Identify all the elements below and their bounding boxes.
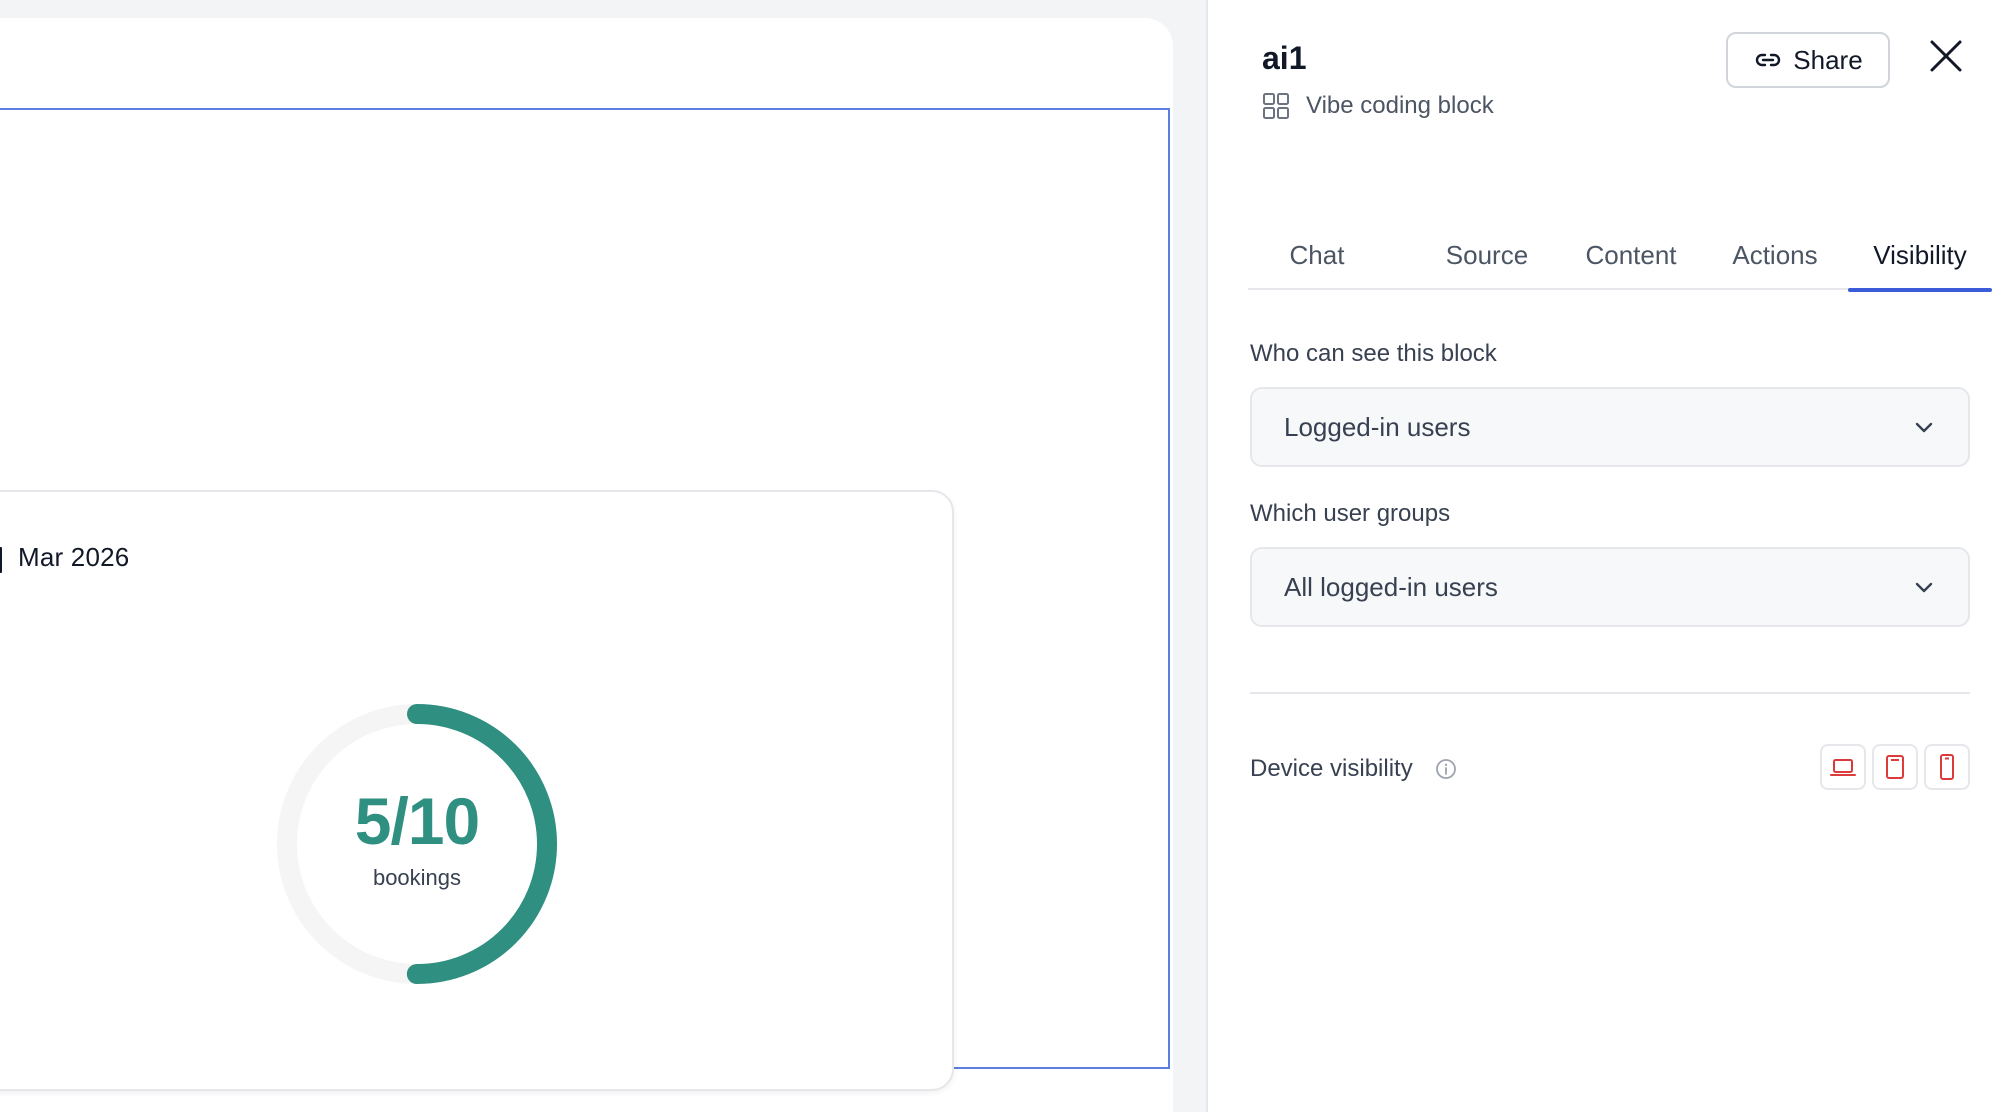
- device-toggle-group: [1820, 744, 1970, 790]
- info-icon[interactable]: [1435, 758, 1457, 780]
- app-root: Mar 2026 5/10 bookings ai1 Vibe coding b…: [0, 0, 1996, 1112]
- user-groups-label: Which user groups: [1250, 500, 1451, 527]
- share-button[interactable]: Share: [1726, 32, 1890, 88]
- device-visibility-label: Device visibility: [1250, 755, 1413, 782]
- close-icon: [1930, 40, 1962, 72]
- desktop-icon: [1830, 759, 1856, 776]
- bookings-count: 5/10: [354, 784, 480, 858]
- tab-source[interactable]: Source: [1418, 220, 1556, 290]
- chevron-down-icon: [1915, 422, 1933, 433]
- user-groups-select[interactable]: All logged-in users: [1250, 547, 1970, 627]
- who-can-see-select[interactable]: Logged-in users: [1250, 387, 1970, 467]
- panel-tabs: Chat Source Content Actions Visibility: [1248, 220, 1992, 292]
- month-label: Mar 2026: [18, 542, 130, 572]
- tab-chat[interactable]: Chat: [1248, 220, 1386, 290]
- bookings-widget-card: Mar 2026 5/10 bookings: [0, 490, 954, 1091]
- tablet-icon: [1886, 755, 1904, 779]
- block-type-label: Vibe coding block: [1306, 92, 1494, 119]
- section-divider: [1250, 692, 1970, 694]
- desktop-toggle[interactable]: [1820, 744, 1866, 790]
- bookings-caption: bookings: [372, 865, 462, 890]
- selected-block[interactable]: Mar 2026 5/10 bookings: [0, 108, 1170, 1091]
- device-visibility-row: Device visibility: [1250, 744, 1970, 794]
- mobile-toggle[interactable]: [1924, 744, 1970, 790]
- block-settings-panel: ai1 Vibe coding block Share Chat Source …: [1206, 0, 1996, 1112]
- grid-icon: [1263, 93, 1289, 119]
- block-type: Vibe coding block: [1262, 92, 1494, 120]
- bookings-progress-ring: 5/10 bookings: [272, 699, 562, 989]
- who-can-see-value: Logged-in users: [1284, 411, 1471, 442]
- user-groups-value: All logged-in users: [1284, 571, 1498, 602]
- tab-actions[interactable]: Actions: [1706, 220, 1844, 290]
- block-title: ai1: [1262, 40, 1307, 76]
- who-can-see-label: Who can see this block: [1250, 340, 1497, 367]
- link-icon: [1756, 53, 1781, 67]
- close-button[interactable]: [1926, 36, 1966, 76]
- chevron-down-icon: [1915, 582, 1933, 593]
- tablet-toggle[interactable]: [1872, 744, 1918, 790]
- month-marker: [0, 547, 2, 573]
- tab-content[interactable]: Content: [1562, 220, 1700, 290]
- tab-visibility[interactable]: Visibility: [1848, 220, 1992, 292]
- mobile-icon: [1940, 754, 1954, 780]
- canvas-area: Mar 2026 5/10 bookings: [0, 0, 1206, 1112]
- share-label: Share: [1793, 44, 1863, 75]
